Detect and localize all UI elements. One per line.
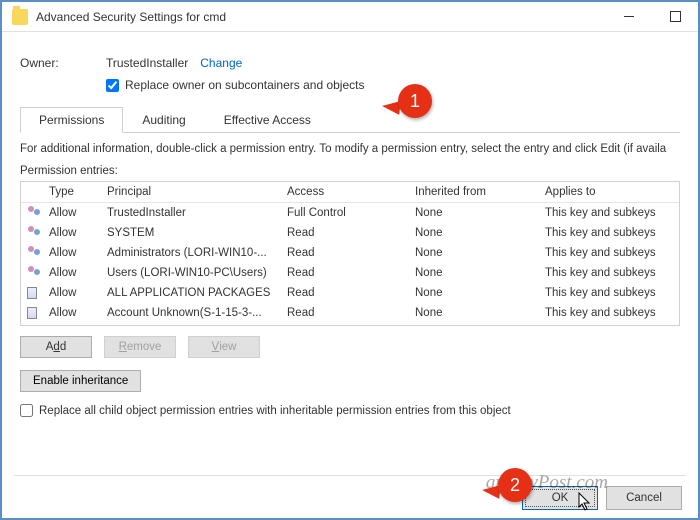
col-type[interactable]: Type [43,182,101,202]
tab-effective-access[interactable]: Effective Access [205,107,330,133]
info-text: For additional information, double-click… [20,143,680,155]
table-row[interactable]: AllowUsers (LORI-WIN10-PC\Users)ReadNone… [21,263,679,283]
minimize-button[interactable] [606,2,652,32]
window-titlebar: Advanced Security Settings for cmd [2,2,698,32]
group-icon [27,266,37,280]
table-row[interactable]: AllowAdministrators (LORI-WIN10-...ReadN… [21,243,679,263]
group-icon [27,246,37,260]
col-principal[interactable]: Principal [101,182,281,202]
group-icon [27,226,37,240]
change-owner-link[interactable]: Change [200,56,242,70]
table-row[interactable]: AllowAccount Unknown(S-1-15-3-...ReadNon… [21,303,679,323]
table-row[interactable]: AllowTrustedInstallerFull ControlNoneThi… [21,203,679,223]
replace-owner-checkbox[interactable] [106,79,119,92]
replace-owner-label: Replace owner on subcontainers and objec… [125,78,364,92]
tab-permissions[interactable]: Permissions [20,107,123,133]
permission-entries-table: Type Principal Access Inherited from App… [20,181,680,326]
window-title: Advanced Security Settings for cmd [36,10,226,24]
permission-entries-label: Permission entries: [20,165,680,177]
group-icon [27,206,37,220]
view-button: View [188,336,260,358]
replace-all-checkbox[interactable] [20,404,33,417]
replace-all-label: Replace all child object permission entr… [39,405,511,417]
col-applies[interactable]: Applies to [539,182,679,202]
table-row[interactable]: AllowSYSTEMReadNoneThis key and subkeys [21,223,679,243]
add-button[interactable]: Add [20,336,92,358]
col-access[interactable]: Access [281,182,409,202]
owner-label: Owner: [20,56,106,70]
ok-button[interactable]: OK [522,486,598,510]
key-icon [27,307,37,319]
remove-button: Remove [104,336,176,358]
maximize-button[interactable] [652,2,698,32]
table-row[interactable]: AllowALL APPLICATION PACKAGESReadNoneThi… [21,283,679,303]
owner-value: TrustedInstaller [106,56,188,70]
col-inherited[interactable]: Inherited from [409,182,539,202]
folder-icon [12,9,28,25]
cancel-button[interactable]: Cancel [606,486,682,510]
tab-auditing[interactable]: Auditing [123,107,204,133]
enable-inheritance-button[interactable]: Enable inheritance [20,370,141,392]
key-icon [27,287,37,299]
